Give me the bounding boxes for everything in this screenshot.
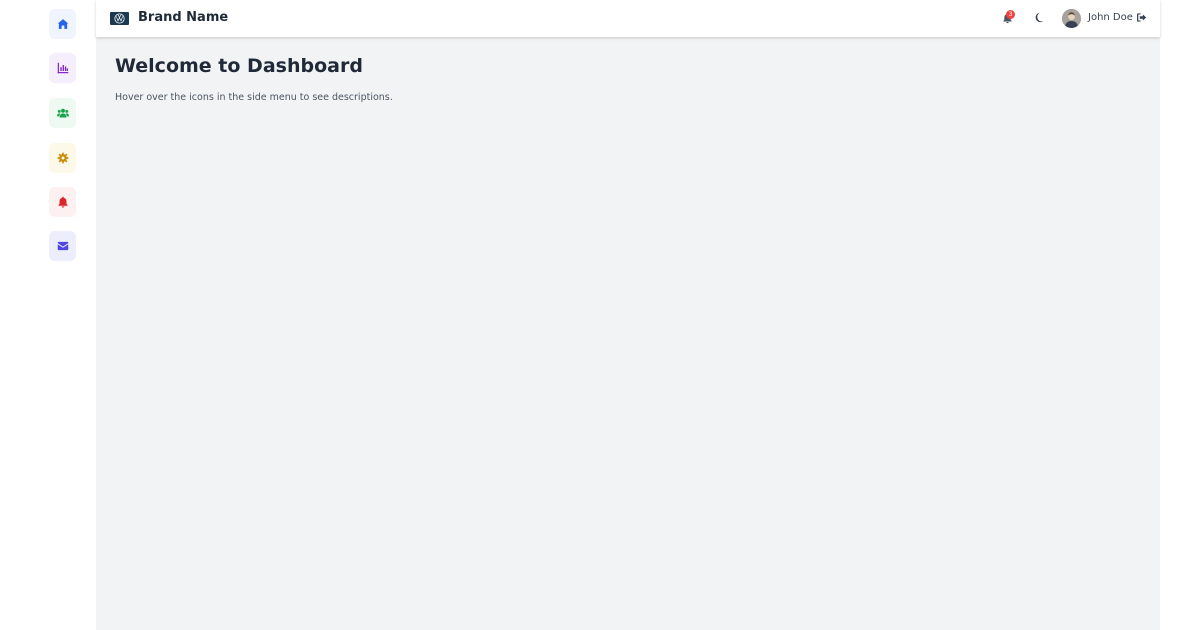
side-menu (0, 0, 96, 630)
sidebar-item-messages[interactable] (49, 231, 76, 261)
brand-logo-icon[interactable] (110, 12, 129, 25)
bell-icon (58, 196, 67, 208)
sidebar-item-settings[interactable] (49, 143, 76, 173)
brand-name[interactable]: Brand Name (138, 10, 228, 26)
sidebar-item-home[interactable] (49, 9, 76, 39)
page-description: Hover over the icons in the side menu to… (115, 92, 393, 103)
theme-toggle-button[interactable] (1033, 12, 1045, 24)
users-icon (56, 108, 69, 118)
notification-count-badge: 3 (1006, 10, 1015, 19)
envelope-icon (57, 241, 68, 251)
top-navbar: Brand Name 3 John Doe (96, 0, 1160, 37)
chart-bar-icon (57, 62, 68, 74)
home-icon (57, 19, 68, 29)
sign-out-icon (1137, 13, 1147, 22)
logout-button[interactable] (1136, 12, 1147, 23)
moon-icon (1035, 12, 1044, 23)
sidebar-item-analytics[interactable] (49, 53, 76, 83)
sidebar-item-notifications[interactable] (49, 187, 76, 217)
user-name[interactable]: John Doe (1088, 12, 1133, 24)
main-content: Brand Name 3 John Doe Welcome to Dashboa… (96, 0, 1160, 630)
gear-icon (57, 152, 68, 164)
user-avatar[interactable] (1062, 9, 1081, 28)
page-title: Welcome to Dashboard (115, 55, 363, 77)
sidebar-item-users[interactable] (49, 98, 76, 128)
